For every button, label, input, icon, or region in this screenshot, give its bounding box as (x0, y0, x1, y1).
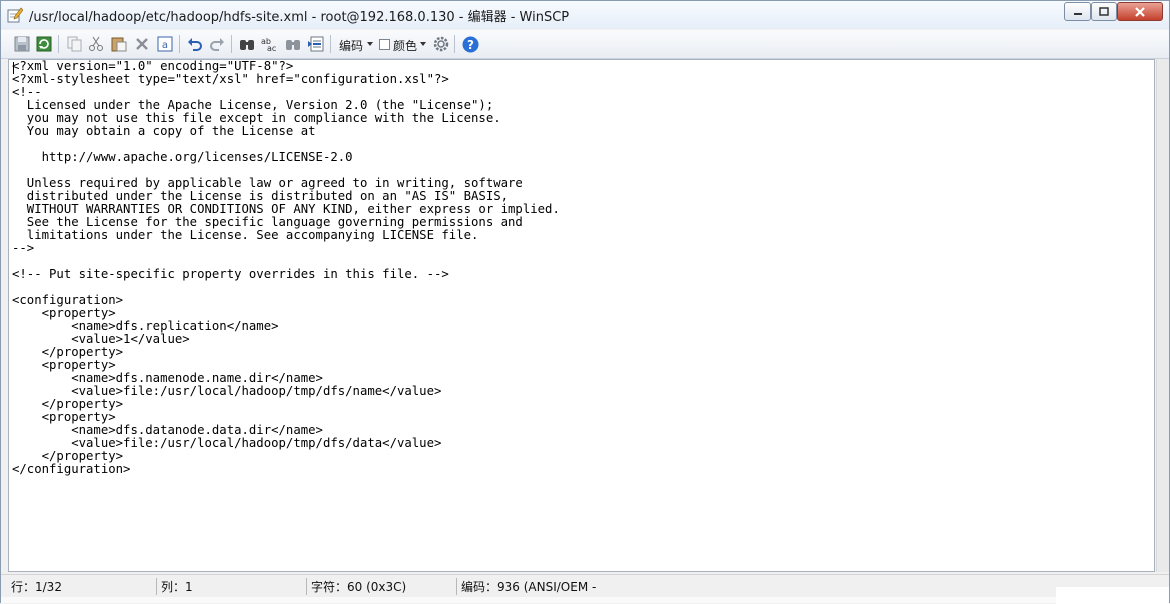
status-column: 列：1 (159, 578, 307, 595)
color-menu[interactable]: 颜色 (393, 37, 417, 54)
title-bar: /usr/local/hadoop/etc/hadoop/hdfs-site.x… (1, 1, 1169, 29)
maximize-icon (1099, 6, 1109, 16)
settings-icon[interactable] (432, 35, 450, 53)
toolbar-separator (231, 35, 232, 53)
vertical-scrollbar[interactable] (1156, 59, 1169, 572)
encoding-dropdown-arrow-icon[interactable] (367, 42, 373, 46)
toolbar-separator (58, 35, 59, 53)
undo-icon[interactable] (186, 35, 204, 53)
help-icon[interactable]: ? (461, 35, 479, 53)
status-bar: 行：1/32 列：1 字符：60 (0x3C) 编码：936 (ANSI/OEM… (1, 574, 1169, 597)
status-encoding: 编码：936 (ANSI/OEM - (461, 580, 597, 594)
delete-icon[interactable] (133, 35, 151, 53)
window-title: /usr/local/hadoop/etc/hadoop/hdfs-site.x… (29, 10, 570, 25)
svg-text:?: ? (467, 38, 474, 52)
file-content[interactable]: <?xml version="1.0" encoding="UTF-8"?> <… (12, 60, 560, 476)
minimize-icon (1073, 12, 1082, 15)
maximize-button[interactable] (1091, 2, 1117, 21)
corner-overlay (1056, 587, 1169, 604)
close-icon (1135, 6, 1145, 17)
reload-icon[interactable] (35, 35, 53, 53)
svg-text:ac: ac (267, 44, 276, 52)
encoding-menu[interactable]: 编码 (339, 37, 363, 54)
color-dropdown-arrow-icon[interactable] (420, 42, 426, 46)
cut-icon[interactable] (87, 35, 105, 53)
replace-icon[interactable]: ab ac (261, 35, 279, 53)
editor-toolbar: a ab ac 编码 颜色 ? (1, 30, 1169, 59)
toolbar-separator (179, 35, 180, 53)
toolbar-separator (330, 35, 331, 53)
editor-window: /usr/local/hadoop/etc/hadoop/hdfs-site.x… (0, 0, 1170, 604)
select-all-icon[interactable]: a (156, 35, 174, 53)
close-button[interactable] (1117, 2, 1163, 21)
color-checkbox[interactable] (379, 39, 390, 50)
save-icon[interactable] (13, 35, 31, 53)
text-editor-area[interactable]: <?xml version="1.0" encoding="UTF-8"?> <… (8, 59, 1155, 572)
window-bottom-edge (1, 597, 1169, 603)
copy-icon[interactable] (65, 35, 83, 53)
status-line: 行：1/32 (9, 578, 157, 595)
redo-icon[interactable] (208, 35, 226, 53)
find-icon[interactable] (238, 35, 256, 53)
notepad-pencil-icon (7, 7, 24, 23)
goto-line-icon[interactable] (307, 35, 325, 53)
status-character: 字符：60 (0x3C) (309, 578, 457, 595)
paste-icon[interactable] (110, 35, 128, 53)
svg-text:a: a (162, 40, 168, 51)
find-next-icon[interactable] (284, 35, 302, 53)
text-caret (13, 62, 14, 74)
minimize-button[interactable] (1064, 2, 1091, 21)
toolbar-separator (454, 35, 455, 53)
